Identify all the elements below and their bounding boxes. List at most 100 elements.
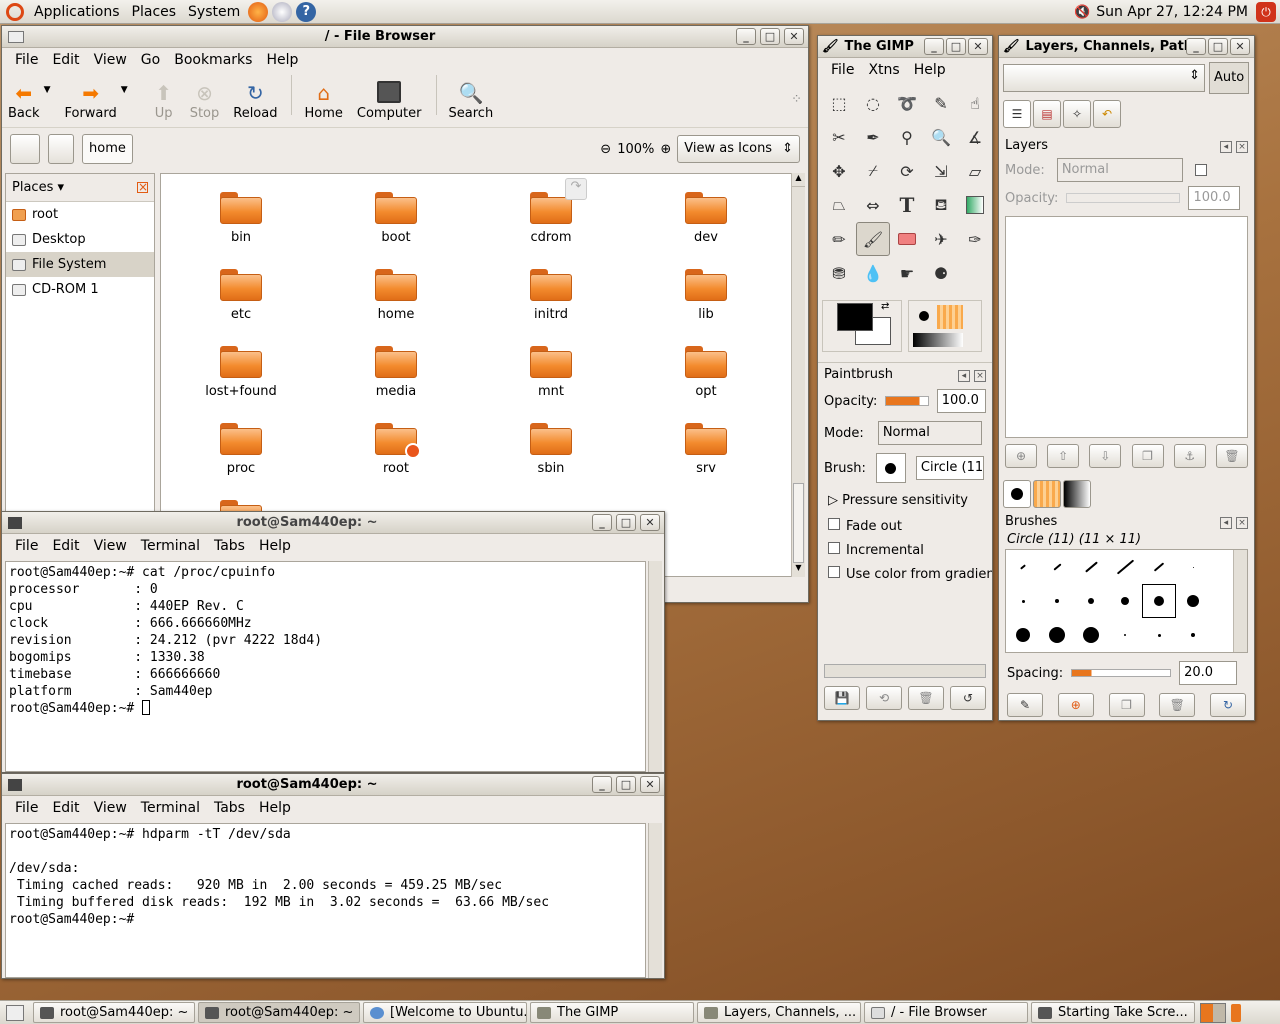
terminal2-output[interactable]: root@Sam440ep:~# hdparm -tT /dev/sda/dev… xyxy=(5,823,646,978)
lock-alpha-checkbox[interactable] xyxy=(1194,164,1207,176)
delete-brush-button[interactable]: 🗑 xyxy=(1159,693,1196,717)
menu-view[interactable]: View xyxy=(87,538,134,554)
brush-thumbnail[interactable] xyxy=(1142,584,1176,618)
tool-options-hscrollbar[interactable] xyxy=(824,664,986,678)
terminal-icon[interactable] xyxy=(8,516,22,529)
brush-name-field[interactable]: Circle (11) xyxy=(915,456,984,480)
power-icon[interactable]: ⏻ xyxy=(1256,2,1276,22)
folder-item[interactable]: boot xyxy=(336,192,456,245)
menu-file[interactable]: File xyxy=(8,52,45,68)
tab-menu-icon[interactable]: ◂ xyxy=(957,369,970,382)
paths-tool-icon[interactable]: ✒ xyxy=(856,120,890,154)
show-desktop-icon[interactable] xyxy=(6,1004,24,1021)
restore-options-button[interactable]: ⟲ xyxy=(866,686,902,710)
new-brush-button[interactable]: ⊕ xyxy=(1057,693,1094,717)
terminal-icon[interactable] xyxy=(8,778,22,791)
blend-tool-icon[interactable] xyxy=(958,188,992,222)
brush-thumbnail[interactable] xyxy=(1006,618,1040,652)
brush-thumbnail[interactable] xyxy=(1176,584,1210,618)
tab-patterns[interactable] xyxy=(1033,480,1061,508)
menu-file[interactable]: File xyxy=(824,62,861,78)
rect-select-tool-icon[interactable]: ⬚ xyxy=(822,86,856,120)
edit-brush-button[interactable]: ✎ xyxy=(1007,693,1043,717)
opacity-slider[interactable] xyxy=(885,396,929,406)
menu-file[interactable]: File xyxy=(8,800,45,816)
layer-opacity-spinbutton[interactable]: 100.0 xyxy=(1188,186,1241,210)
close-button[interactable]: ✕ xyxy=(968,38,988,55)
toggle-location-entry-button[interactable] xyxy=(10,134,40,164)
up-button[interactable]: ⬆ Up xyxy=(152,81,176,121)
new-layer-button[interactable]: ⊕ xyxy=(1005,444,1037,468)
minimize-button[interactable]: _ xyxy=(592,514,612,531)
fade-out-checkbox[interactable]: Fade out xyxy=(818,514,992,538)
brush-select-button[interactable] xyxy=(875,453,906,483)
menu-edit[interactable]: Edit xyxy=(45,538,86,554)
brush-thumbnail[interactable] xyxy=(1176,618,1210,652)
folder-item[interactable]: lost+found xyxy=(181,346,301,399)
move-tool-icon[interactable]: ✥ xyxy=(822,154,856,188)
close-sidebar-icon[interactable]: × xyxy=(137,181,148,193)
brush-thumbnail[interactable] xyxy=(1142,618,1176,652)
brush-thumbnail[interactable] xyxy=(1074,618,1108,652)
ubuntu-logo-icon[interactable] xyxy=(6,2,24,21)
rotate-tool-icon[interactable]: ⟳ xyxy=(890,154,924,188)
flip-tool-icon[interactable]: ⇔ xyxy=(856,188,890,222)
folder-item[interactable]: dev xyxy=(646,192,766,245)
gimp-toolbox-titlebar[interactable]: 🖌 The GIMP _ □ ✕ xyxy=(818,36,992,58)
zoom-out-icon[interactable]: ⊖ xyxy=(600,142,611,157)
task-gimp[interactable]: The GIMP xyxy=(530,1002,694,1023)
tab-channels[interactable]: ▤ xyxy=(1033,100,1061,128)
zoom-in-icon[interactable]: ⊕ xyxy=(660,142,671,157)
scroll-up-arrow-icon[interactable]: ▲ xyxy=(792,173,805,187)
folder-item[interactable]: cdrom xyxy=(491,192,611,245)
sidebar-item-root[interactable]: root xyxy=(6,202,154,227)
menu-terminal[interactable]: Terminal xyxy=(134,800,207,816)
menu-bookmarks[interactable]: Bookmarks xyxy=(167,52,259,68)
incremental-checkbox[interactable]: Incremental xyxy=(818,538,992,562)
menu-xtns[interactable]: Xtns xyxy=(861,62,906,78)
close-button[interactable]: ✕ xyxy=(1230,38,1250,55)
delete-options-button[interactable]: 🗑 xyxy=(908,686,944,710)
refresh-brushes-button[interactable]: ↻ xyxy=(1210,693,1246,717)
paintbrush-tool-icon[interactable]: 🖌 xyxy=(856,222,890,256)
folder-item[interactable]: proc xyxy=(181,423,301,476)
ink-tool-icon[interactable]: ✑ xyxy=(958,222,992,256)
folder-item[interactable]: initrd xyxy=(491,269,611,322)
task-screenshot[interactable]: Starting Take Scre... xyxy=(1031,1002,1195,1023)
maximize-button[interactable]: □ xyxy=(616,514,636,531)
tab-gradients[interactable] xyxy=(1063,480,1091,508)
close-button[interactable]: ✕ xyxy=(640,514,660,531)
brush-thumbnail[interactable] xyxy=(1006,584,1040,618)
crumb-home[interactable]: home xyxy=(82,134,133,164)
opacity-spinbutton[interactable]: 100.0 xyxy=(936,389,986,413)
maximize-button[interactable]: □ xyxy=(616,776,636,793)
use-color-from-gradient-checkbox[interactable]: Use color from gradient xyxy=(818,562,992,586)
tab-undo[interactable]: ↶ xyxy=(1093,100,1121,128)
help-launcher-icon[interactable]: ? xyxy=(296,1,317,22)
layers-dock-titlebar[interactable]: 🖌 Layers, Channels, Paths _ □ ✕ xyxy=(999,36,1254,58)
dodge-burn-tool-icon[interactable]: ⚈ xyxy=(924,256,958,290)
folder-item[interactable]: lib xyxy=(646,269,766,322)
lower-layer-button[interactable]: ⇩ xyxy=(1089,444,1122,468)
brush-thumbnail[interactable] xyxy=(1108,584,1142,618)
firefox-launcher-icon[interactable] xyxy=(248,1,269,22)
menu-terminal[interactable]: Terminal xyxy=(134,538,207,554)
active-brush-preview[interactable] xyxy=(913,305,935,327)
layer-mode-select[interactable]: Normal xyxy=(1056,158,1183,182)
forward-button[interactable]: ➡ Forward xyxy=(64,81,116,121)
clock[interactable]: Sun Apr 27, 12:24 PM xyxy=(1096,4,1248,20)
tab-menu-icon[interactable]: ◂ xyxy=(1219,516,1232,529)
sidebar-title[interactable]: Places ▾ xyxy=(12,180,64,195)
system-menu[interactable]: System xyxy=(182,4,246,20)
brush-thumbnail[interactable] xyxy=(1108,618,1142,652)
terminal1-scrollbar[interactable] xyxy=(648,561,662,772)
text-tool-icon[interactable]: T xyxy=(890,188,924,222)
delete-layer-button[interactable]: 🗑 xyxy=(1215,444,1248,468)
back-history-dropdown[interactable]: ▼ xyxy=(44,85,51,95)
folder-item[interactable]: srv xyxy=(646,423,766,476)
minimize-button[interactable]: _ xyxy=(924,38,944,55)
reset-options-button[interactable]: ↺ xyxy=(950,686,986,710)
menu-go[interactable]: Go xyxy=(134,52,167,68)
duplicate-layer-button[interactable]: ❐ xyxy=(1131,444,1164,468)
reload-button[interactable]: ↻ Reload xyxy=(233,81,277,121)
